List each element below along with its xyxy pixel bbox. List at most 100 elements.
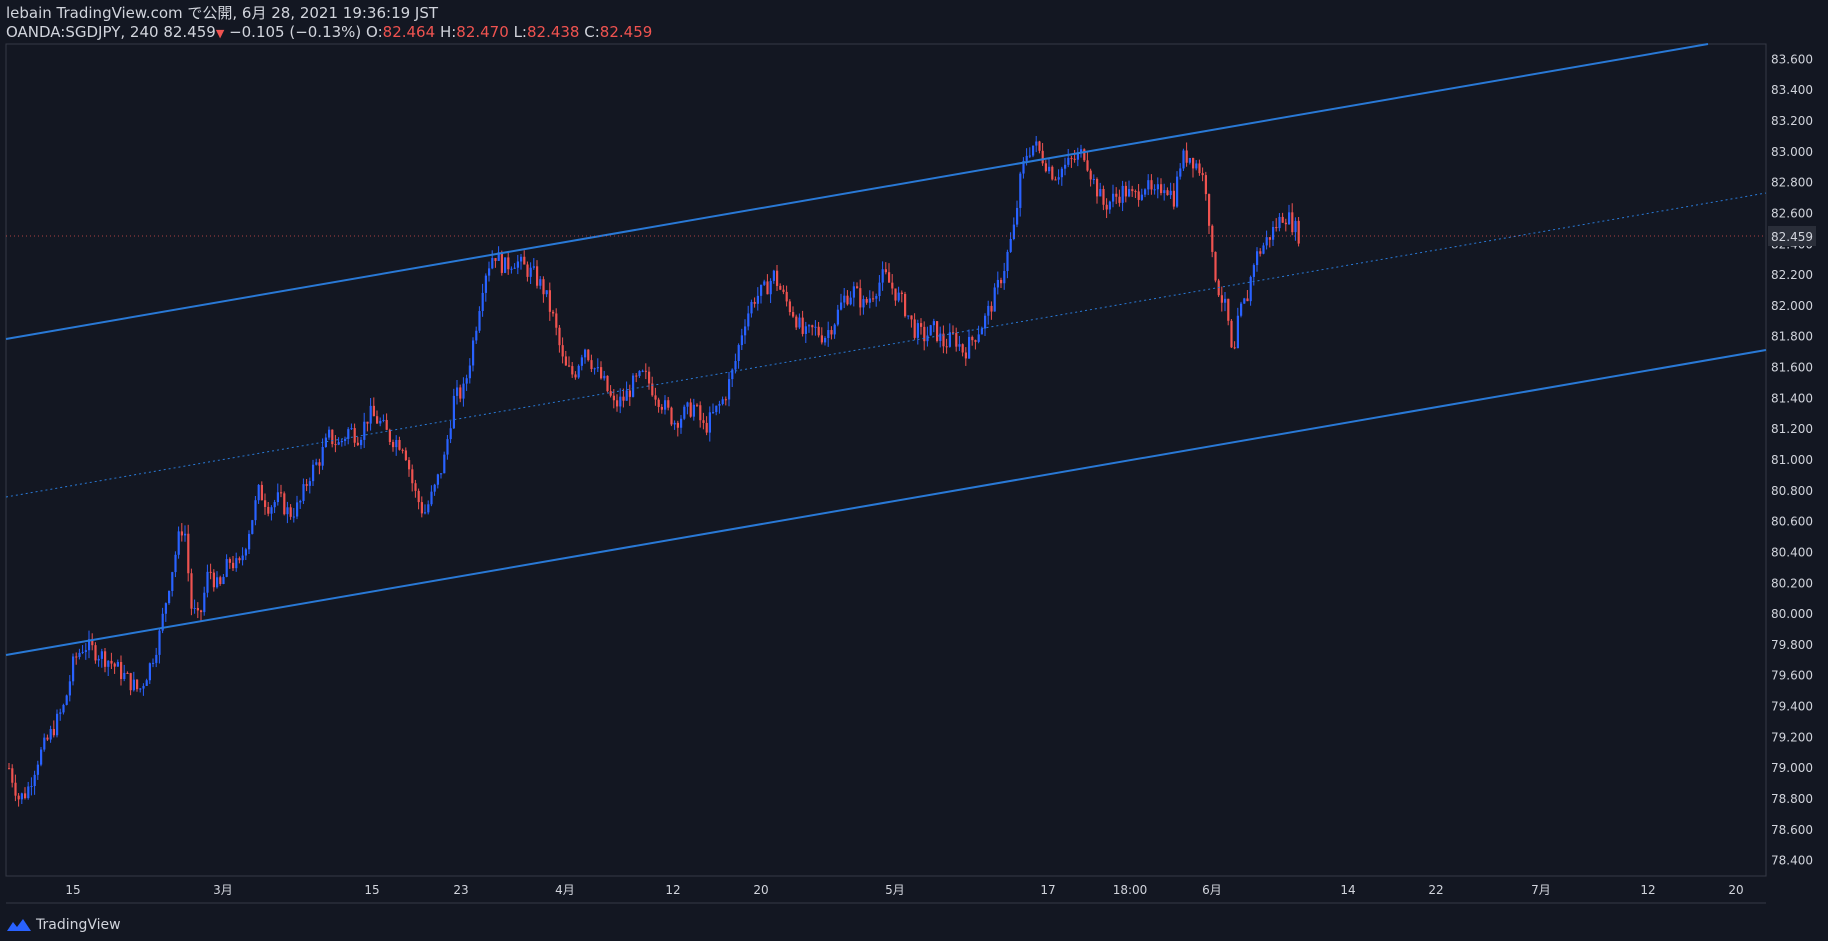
down-arrow-icon: ▼ [215,27,225,40]
candle-body [1208,194,1211,226]
candle-body [507,257,510,270]
candle-body [78,652,81,657]
candle-body [1060,168,1063,178]
price-tick-label: 82.600 [1771,206,1813,220]
candle-body [24,793,27,799]
candle-body [206,571,209,593]
price-tick-label: 79.000 [1771,761,1813,775]
channel-mid-line[interactable] [5,192,1767,498]
candle-body [424,512,427,514]
brand-name: TradingView [36,917,121,933]
candle-body [452,395,455,429]
candle-body [532,266,535,268]
price-change: −0.105 (−0.13%) [229,23,362,41]
candle-body [411,469,414,484]
candle-body [1240,303,1243,316]
candle-body [1249,276,1252,302]
candle-body [1246,298,1249,302]
candle-body [910,315,913,320]
candle-body [174,554,177,573]
symbol-label[interactable]: OANDA:SGDJPY, 240 [6,23,159,41]
candle-body [830,330,833,335]
candle-body [1166,190,1169,196]
candle-body [1144,189,1147,195]
candle-body [388,429,391,443]
candle-body [126,672,129,674]
candle-body [603,375,606,379]
candle-body [472,340,475,366]
candle-body [1230,320,1233,348]
channel-upper-line[interactable] [5,43,1709,340]
candle-body [712,412,715,414]
candle-body [110,660,113,664]
candle-body [817,326,820,336]
candle-body [561,345,564,357]
price-tick-label: 79.800 [1771,638,1813,652]
candle-body [289,507,292,517]
channel-lower-line[interactable] [5,349,1767,656]
candle-body [11,768,14,783]
candle-body [49,729,52,740]
candle-body [523,256,526,265]
candle-body [513,267,516,269]
high-label: H: [439,23,457,41]
candle-body [491,258,494,269]
candle-body [539,279,542,286]
candle-body [123,672,126,680]
candle-body [1256,251,1259,266]
candle-body [248,533,251,550]
candle-body [420,502,423,514]
candle-body [1035,141,1038,146]
candle-body [1118,196,1121,203]
candle-body [801,317,804,334]
candle-body [1262,245,1265,254]
candle-body [689,402,692,417]
candle-body [939,333,942,341]
brand-footer[interactable]: TradingView [6,917,121,933]
candle-body [350,428,353,430]
candle-body [97,658,100,661]
candle-body [702,420,705,423]
time-axis: 15 3月 15 23 4月 12 20 5月 17 18:00 6月 14 22 7月 12 20 [65,883,1743,897]
candle-body [484,275,487,293]
candle-body [318,462,321,466]
candle-body [324,437,327,447]
candle-body [225,559,228,577]
candle-body [1089,170,1092,180]
candle-body [916,323,919,338]
candle-body [1275,226,1278,229]
candle-body [1259,251,1262,254]
candle-body [680,418,683,428]
candle-body [331,429,334,445]
price-tick-label: 80.400 [1771,545,1813,559]
candle-body [430,491,433,505]
candle-body [1032,145,1035,156]
candle-body [878,282,881,297]
price-tick-label: 78.800 [1771,792,1813,806]
price-tick-label: 83.000 [1771,145,1813,159]
candle-body [1140,194,1143,200]
candle-body [440,473,443,475]
price-chart[interactable]: 83.600 83.400 83.200 83.000 82.800 82.600 82.4… [0,0,1828,941]
candle-body [907,315,910,317]
candle-body [200,610,203,613]
price-tick-label: 80.200 [1771,576,1813,590]
candle-body [641,370,644,372]
candle-body [104,651,107,667]
price-tick-label: 80.600 [1771,515,1813,529]
candle-body [321,446,324,466]
candle-body [1291,212,1294,233]
last-price: 82.459 [163,23,216,41]
time-tick-label: 15 [65,883,80,897]
candle-body [625,390,628,401]
candle-body [516,261,519,268]
candle-body [948,332,951,347]
candle-body [14,782,17,796]
candle-body [929,325,932,336]
candle-body [667,400,670,408]
candle-body [1054,179,1057,181]
candle-body [920,323,923,327]
candle-body [241,555,244,561]
price-tick-label: 78.400 [1771,854,1813,868]
candle-body [552,311,555,314]
